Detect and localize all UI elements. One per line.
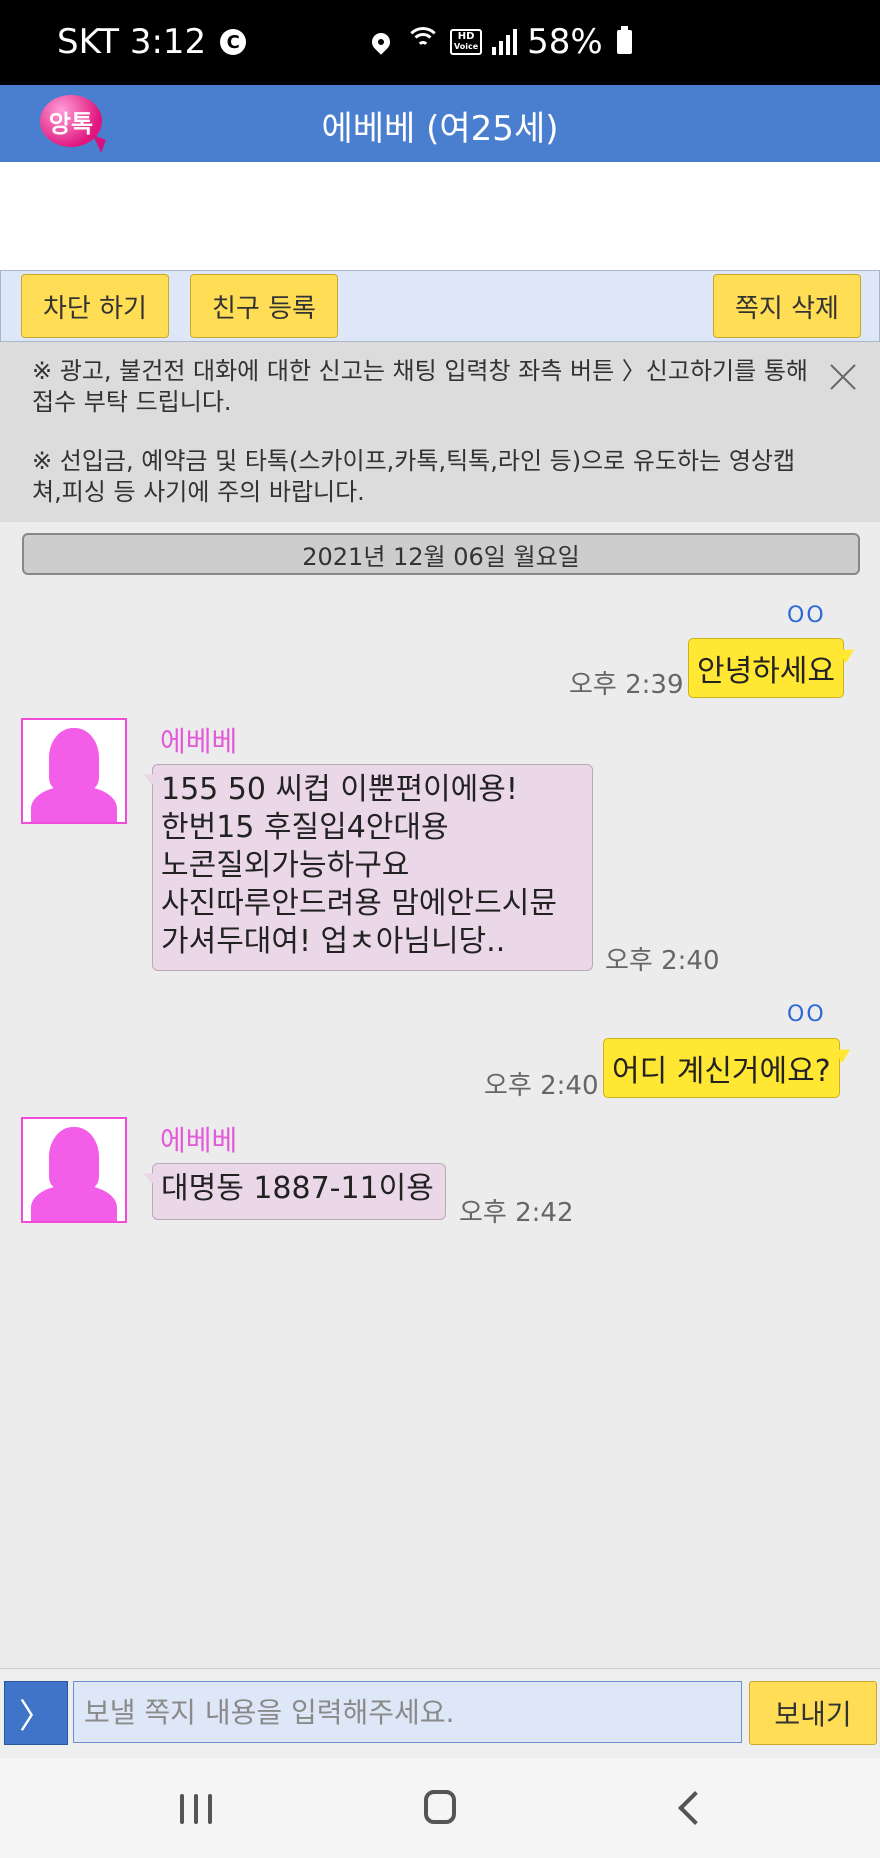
- incoming-bubble[interactable]: 155 50 씨컵 이뿐편이에용! 한번15 후질입4안대용 노콘질외가능하구요…: [152, 764, 593, 971]
- avatar[interactable]: [21, 1117, 127, 1223]
- message-time: 오후 2:39: [569, 670, 684, 700]
- message-time: 오후 2:40: [484, 1071, 599, 1101]
- block-button[interactable]: 차단 하기: [21, 274, 169, 338]
- incoming-bubble[interactable]: 대명동 1887-11이용: [152, 1163, 446, 1220]
- back-icon[interactable]: [678, 1791, 712, 1825]
- status-left: SKT 3:12 C: [57, 22, 247, 62]
- message-text: 안녕하세요: [697, 654, 835, 689]
- chat-title: 에베베 (여25세): [321, 109, 559, 149]
- hd-voice-icon: HD Voice: [450, 29, 483, 55]
- c-icon: C: [220, 29, 247, 55]
- recents-icon[interactable]: [180, 1794, 212, 1824]
- status-bar: SKT 3:12 C HD Voice 58%: [0, 0, 880, 85]
- sender-name: 에베베: [160, 1124, 238, 1157]
- avatar[interactable]: [21, 718, 127, 824]
- message-input[interactable]: [73, 1681, 742, 1743]
- message-line: 사진따루안드려용 맘에안드시뮨: [161, 886, 557, 921]
- message-line: 155 50 씨컵 이뿐편이에용!: [161, 772, 518, 807]
- delete-message-button[interactable]: 쪽지 삭제: [713, 274, 861, 338]
- message-line: 가셔두대여! 업ㅊ아님니당..: [161, 924, 506, 959]
- message-line: 대명동 1887-11이용: [161, 1171, 434, 1206]
- date-divider: 2021년 12월 06일 월요일: [22, 533, 860, 575]
- notice-line-report: ※ 광고, 불건전 대화에 대한 신고는 채팅 입력창 좌측 버튼 〉신고하기를…: [32, 357, 808, 416]
- read-indicator: OO: [787, 1002, 826, 1027]
- outgoing-bubble[interactable]: 어디 계신거에요?: [603, 1038, 840, 1098]
- hd-label: HD: [457, 31, 475, 42]
- carrier-time: SKT 3:12: [57, 22, 207, 62]
- signal-icon: [492, 29, 518, 55]
- warning-notice: ※ 광고, 불건전 대화에 대한 신고는 채팅 입력창 좌측 버튼 〉신고하기를…: [0, 342, 880, 522]
- action-toolbar: 차단 하기 친구 등록 쪽지 삭제: [0, 270, 880, 342]
- message-line: 한번15 후질입4안대용: [161, 810, 449, 845]
- sender-name: 에베베: [160, 725, 238, 758]
- outgoing-bubble[interactable]: 안녕하세요: [688, 638, 844, 698]
- message-line: 노콘질외가능하구요: [161, 848, 410, 883]
- app-header: 앙톡 에베베 (여25세): [0, 85, 880, 162]
- home-icon[interactable]: [424, 1790, 456, 1824]
- report-menu-button[interactable]: 〉: [4, 1681, 68, 1745]
- close-icon[interactable]: [826, 360, 860, 394]
- wifi-icon: [405, 27, 441, 55]
- send-button[interactable]: 보내기: [749, 1681, 877, 1745]
- message-time: 오후 2:40: [605, 946, 720, 976]
- status-right: HD Voice 58%: [368, 22, 632, 62]
- system-nav-bar: [0, 1758, 880, 1858]
- message-time: 오후 2:42: [459, 1198, 574, 1228]
- input-bar: 〉 보내기: [0, 1668, 880, 1759]
- voice-label: Voice: [454, 42, 479, 51]
- ad-space: [0, 162, 880, 270]
- notice-line-fraud: ※ 선입금, 예약금 및 타톡(스카이프,카톡,틱톡,라인 등)으로 유도하는 …: [32, 447, 796, 506]
- read-indicator: OO: [787, 603, 826, 628]
- message-text: 어디 계신거에요?: [612, 1054, 831, 1089]
- location-icon: [368, 29, 394, 55]
- battery-icon: [616, 26, 632, 54]
- add-friend-button[interactable]: 친구 등록: [190, 274, 338, 338]
- battery-percent: 58%: [527, 22, 603, 62]
